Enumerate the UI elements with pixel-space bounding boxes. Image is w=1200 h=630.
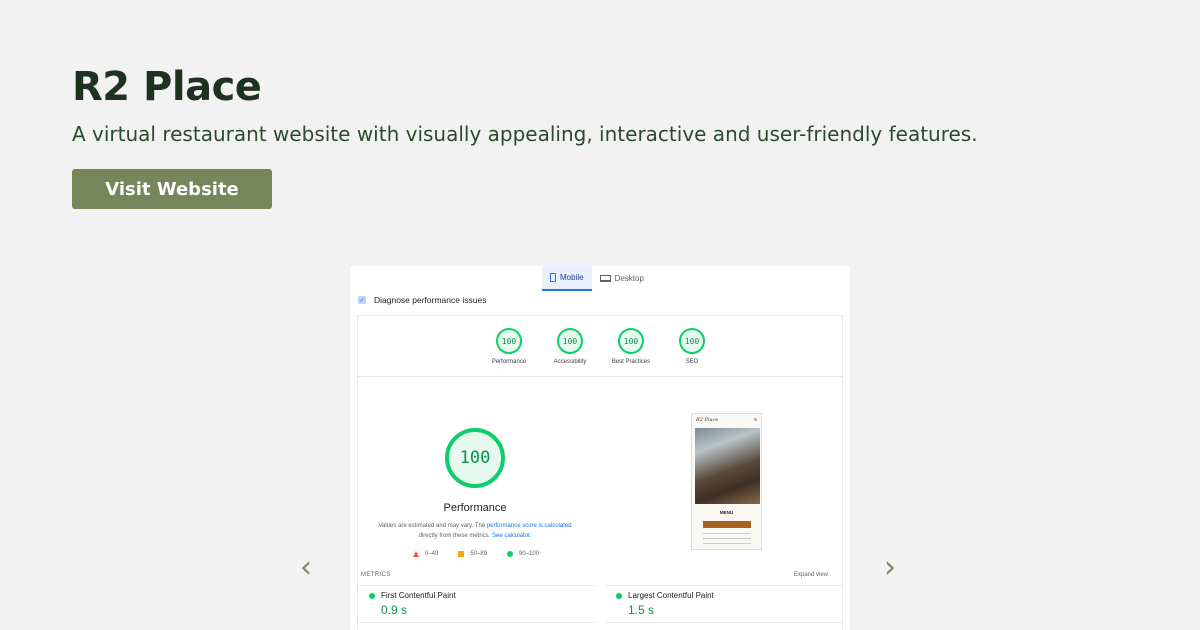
device-tabs: Mobile Desktop — [542, 266, 652, 291]
triangle-icon — [413, 551, 419, 557]
tab-mobile[interactable]: Mobile — [542, 266, 592, 291]
page-title: R2 Place — [72, 64, 262, 110]
metric-value: 1.5 s — [628, 603, 655, 617]
performance-score-gauge: 100 — [445, 428, 505, 488]
diagnose-row: ✓ Diagnose performance issues — [358, 295, 486, 305]
gauge-seo[interactable]: 100 SEO — [662, 328, 722, 365]
gauge-label: Best Practices — [611, 359, 651, 365]
preview-menu-line — [703, 541, 751, 544]
page-subtitle: A virtual restaurant website with visual… — [72, 122, 978, 146]
legend-average-range: 50–89 — [470, 551, 488, 557]
metric-name: Largest Contentful Paint — [628, 591, 714, 600]
gauge-best-practices[interactable]: 100 Best Practices — [601, 328, 661, 365]
tab-desktop-label: Desktop — [614, 274, 644, 283]
score-legend: 0–49 50–89 90–100 — [413, 551, 539, 557]
gauge-label: Accessibility — [553, 359, 587, 365]
legend-pass: 90–100 — [507, 551, 539, 557]
gauge-label: Performance — [491, 359, 527, 365]
preview-menu-heading: MENU — [719, 510, 734, 515]
tab-mobile-label: Mobile — [560, 273, 584, 282]
hamburger-menu-icon: ≡ — [754, 417, 757, 423]
gauge-performance[interactable]: 100 Performance — [479, 328, 539, 365]
carousel-prev-icon[interactable]: ‹ — [300, 553, 312, 583]
gauge-score: 100 — [679, 328, 705, 354]
square-icon — [458, 551, 465, 557]
performance-score-label: Performance — [443, 502, 507, 514]
pass-circle-icon — [616, 593, 622, 599]
circle-icon — [507, 551, 514, 557]
restaurant-photo — [695, 428, 760, 504]
metric-divider — [359, 622, 595, 623]
note-text-2: directly from these metrics. — [418, 532, 491, 539]
preview-menu-line — [703, 536, 751, 539]
laptop-icon — [599, 275, 611, 282]
preview-site-title: R2 Place — [696, 417, 719, 423]
legend-pass-range: 90–100 — [519, 551, 540, 557]
score-note: Values are estimated and may vary. The p… — [370, 522, 580, 541]
legend-fail-range: 0–49 — [425, 551, 439, 557]
legend-fail: 0–49 — [413, 551, 438, 557]
final-screenshot-preview: R2 Place ≡ MENU — [691, 413, 762, 550]
expand-view-button[interactable]: Expand view — [794, 572, 828, 578]
metric-fcp: First Contentful Paint 0.9 s — [359, 585, 595, 625]
phone-icon — [550, 273, 556, 282]
metric-lcp: Largest Contentful Paint 1.5 s — [606, 585, 842, 625]
note-text: Values are estimated and may vary. The — [378, 523, 486, 529]
preview-menu-bar — [703, 521, 751, 528]
see-calculator-link[interactable]: See calculator. — [492, 533, 531, 539]
score-calculated-link[interactable]: performance score is calculated — [487, 523, 572, 529]
carousel-next-icon[interactable]: › — [884, 553, 896, 583]
metrics-heading: METRICS — [361, 572, 391, 578]
pass-circle-icon — [369, 593, 375, 599]
gauge-score: 100 — [496, 328, 522, 354]
tab-desktop[interactable]: Desktop — [592, 266, 652, 291]
visit-website-button[interactable]: Visit Website — [72, 169, 272, 209]
gauge-label: SEO — [685, 359, 699, 365]
preview-menu-line — [703, 531, 751, 534]
lighthouse-report-screenshot: Mobile Desktop ✓ Diagnose performance is… — [350, 266, 850, 630]
diagnose-checkbox[interactable]: ✓ — [358, 296, 366, 304]
metric-divider — [606, 622, 842, 623]
metric-name: First Contentful Paint — [381, 591, 456, 600]
gauge-score: 100 — [618, 328, 644, 354]
metric-value: 0.9 s — [381, 603, 408, 617]
gauge-score: 100 — [557, 328, 583, 354]
diagnose-label: Diagnose performance issues — [374, 295, 487, 305]
gauge-accessibility[interactable]: 100 Accessibility — [540, 328, 600, 365]
category-gauges: 100 Performance 100 Accessibility 100 Be… — [357, 315, 843, 377]
legend-average: 50–89 — [458, 551, 487, 557]
